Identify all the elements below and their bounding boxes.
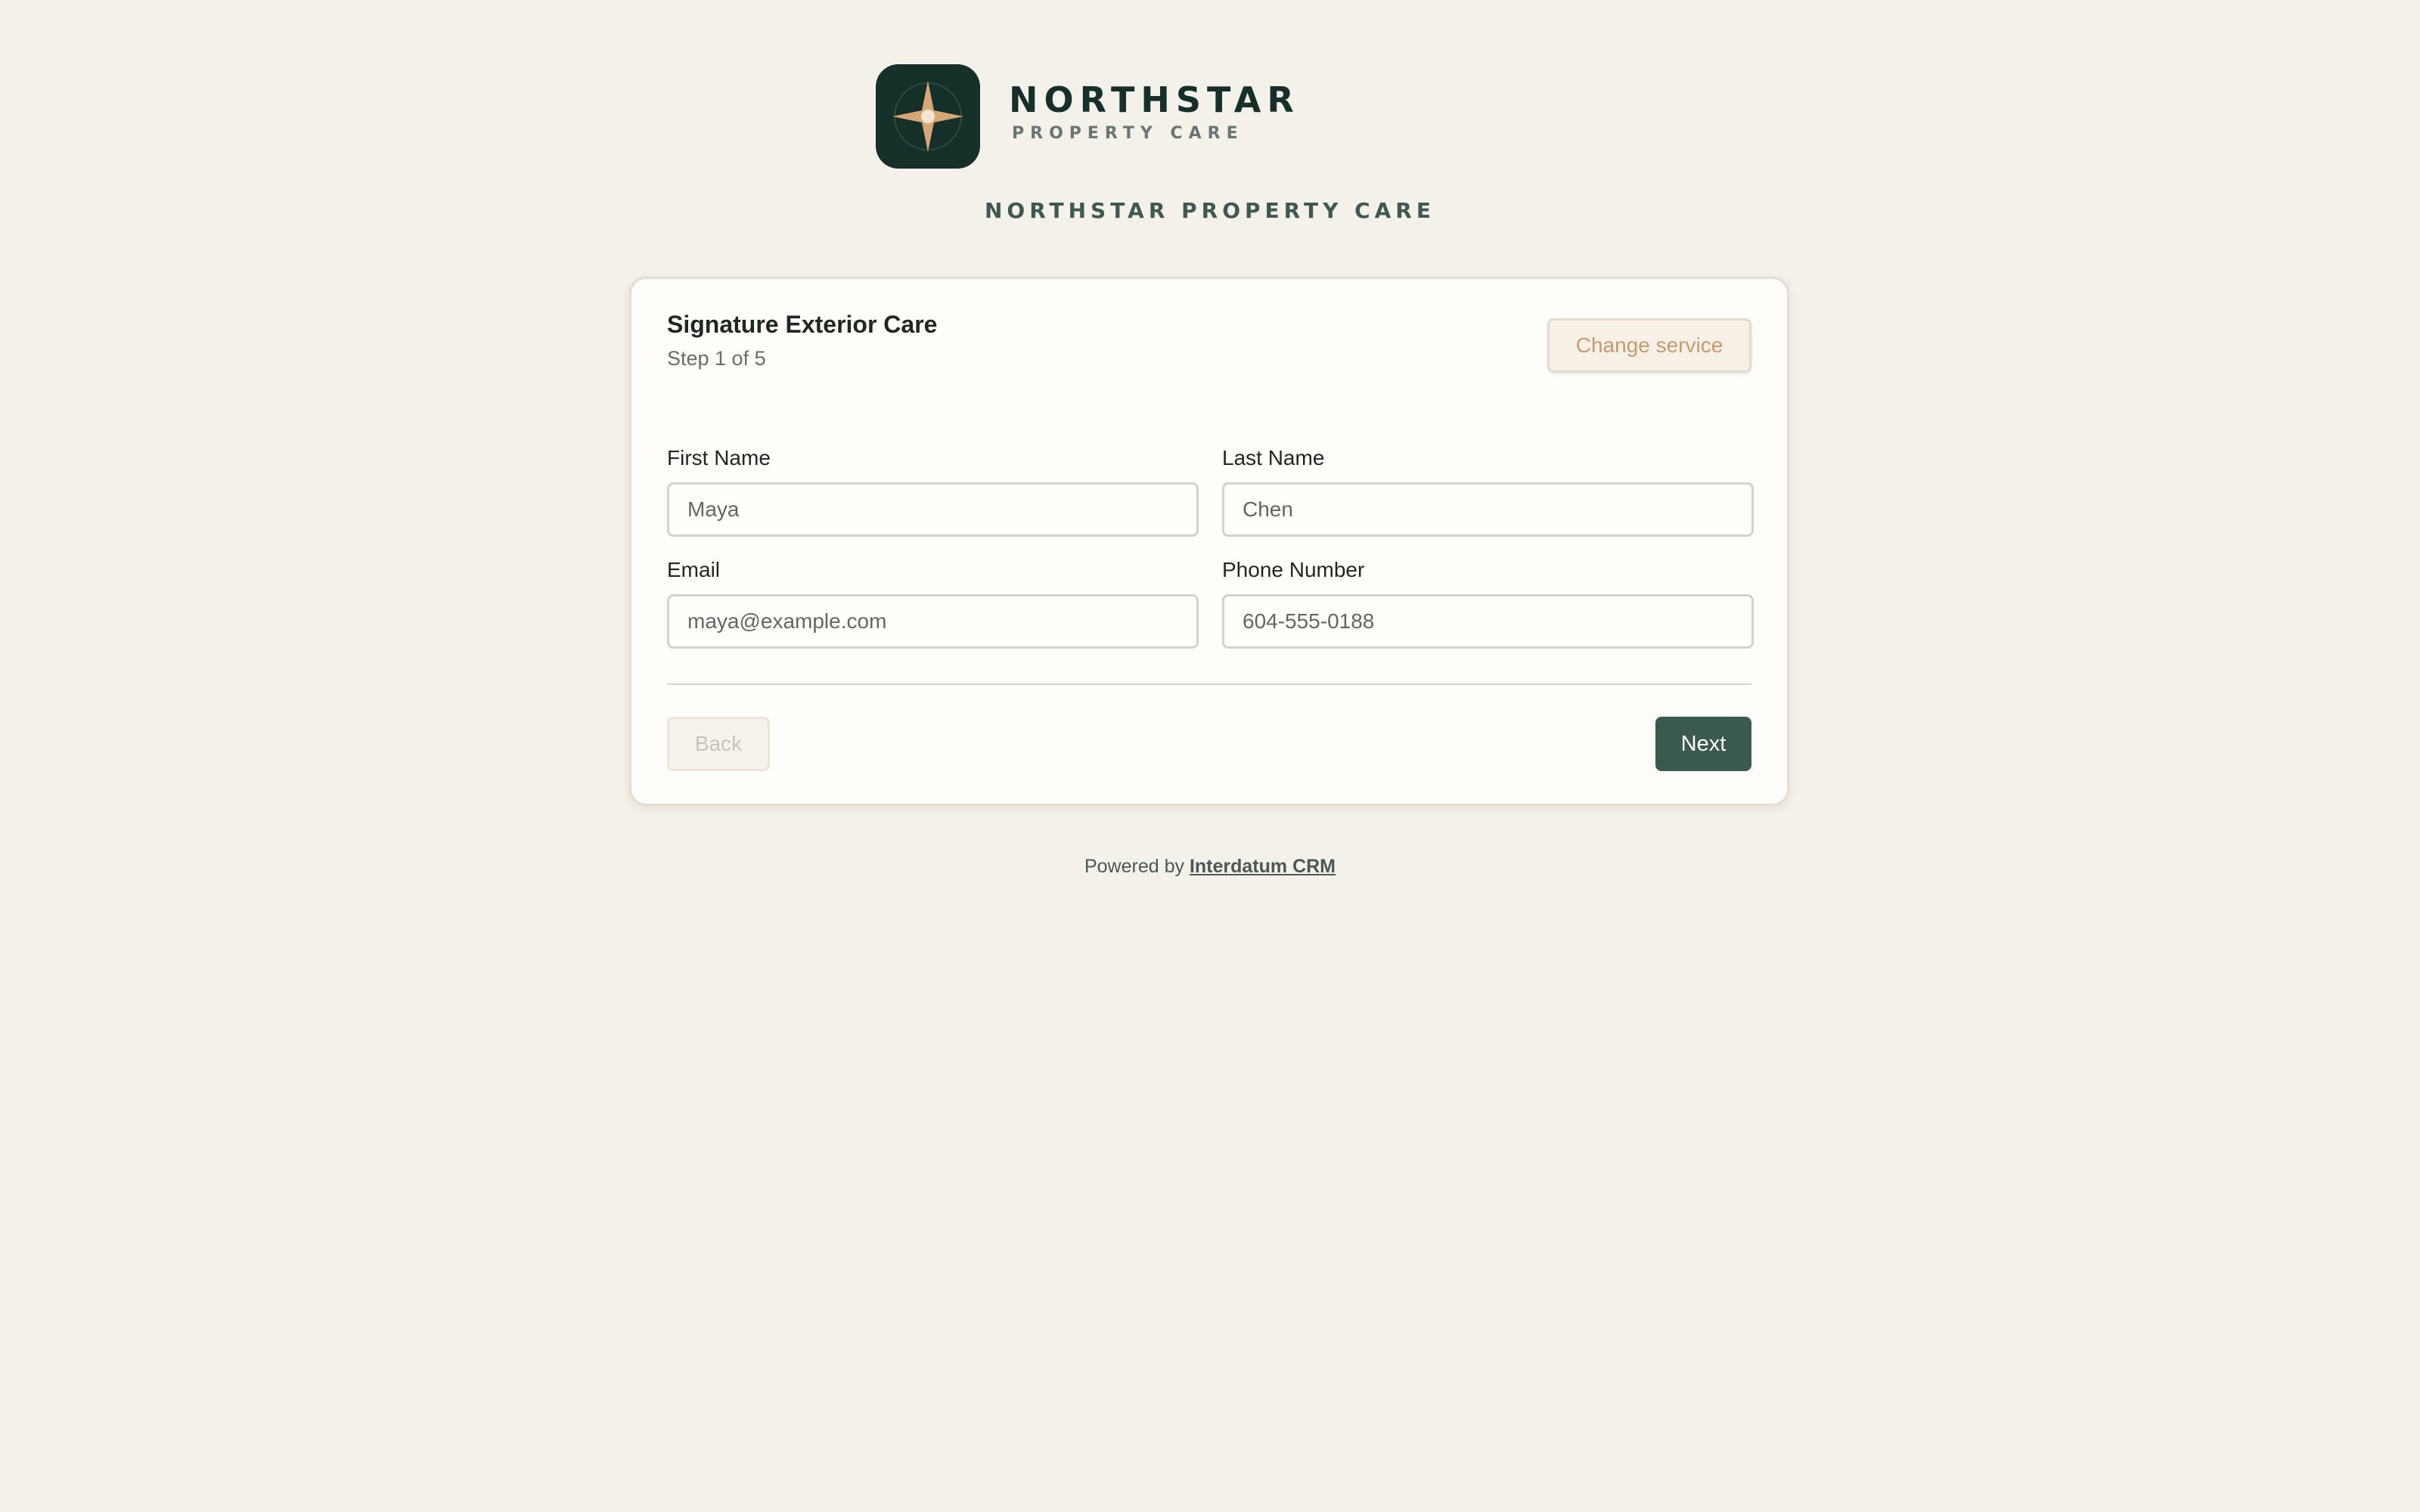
- first-name-label: First Name: [667, 446, 771, 469]
- compass-star-icon: [892, 81, 963, 152]
- email-label: Email: [667, 558, 721, 581]
- step-indicator: Step 1 of 5: [667, 347, 766, 370]
- brand-subtitle: PROPERTY CARE: [1012, 124, 1244, 143]
- booking-form-card: Signature Exterior Care Step 1 of 5 Chan…: [629, 277, 1789, 806]
- brand-tagline: NORTHSTAR PROPERTY CARE: [984, 198, 1435, 223]
- form-divider: [667, 683, 1751, 685]
- phone-number-input[interactable]: [1222, 594, 1754, 649]
- change-service-button[interactable]: Change service: [1547, 318, 1751, 373]
- back-button[interactable]: Back: [667, 717, 770, 771]
- first-name-input[interactable]: [667, 482, 1199, 537]
- brand-logo: [876, 64, 980, 169]
- footer: Powered by Interdatum CRM: [0, 856, 2420, 878]
- interdatum-crm-link[interactable]: Interdatum CRM: [1190, 856, 1336, 877]
- powered-by-text: Powered by: [1084, 856, 1184, 877]
- next-button[interactable]: Next: [1655, 717, 1751, 771]
- brand-name: NORTHSTAR: [1009, 79, 1300, 120]
- phone-number-label: Phone Number: [1222, 558, 1365, 581]
- brand-wordmark: NORTHSTAR PROPERTY CARE: [1009, 79, 1300, 145]
- service-title: Signature Exterior Care: [667, 311, 938, 338]
- last-name-label: Last Name: [1222, 446, 1325, 469]
- last-name-input[interactable]: [1222, 482, 1754, 537]
- email-input[interactable]: [667, 594, 1199, 649]
